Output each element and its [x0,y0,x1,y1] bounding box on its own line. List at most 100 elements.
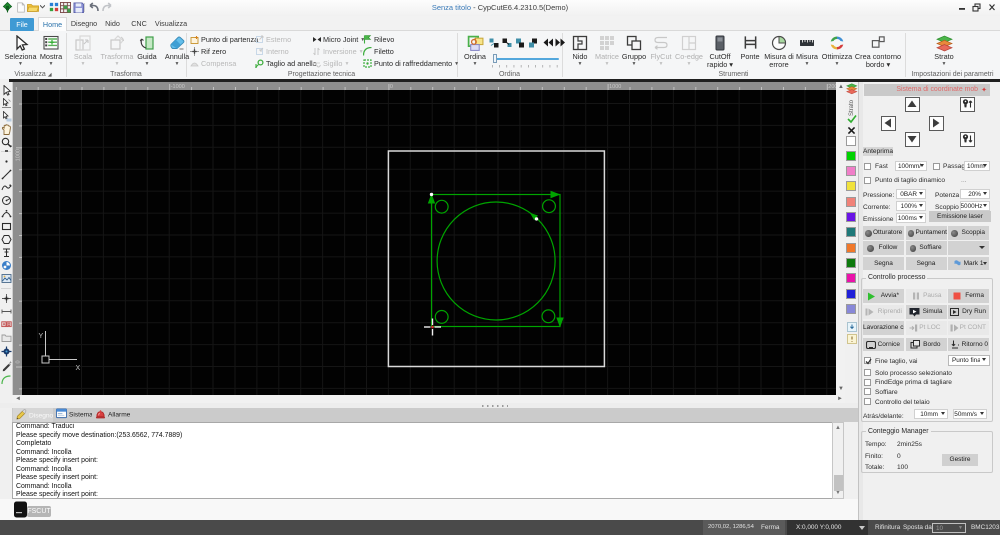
standard-part-icon[interactable] [1,260,12,271]
dynamic-cut-more[interactable]: ... [961,176,967,185]
sort-btt-icon[interactable] [528,38,539,49]
controllo-telaio-checkbox[interactable] [864,398,871,405]
follow-button[interactable]: Follow [863,241,904,255]
ferma-button[interactable]: Ferma [948,289,989,303]
log-scroll-thumb[interactable] [834,475,843,491]
ribbon-button-inversione[interactable]: Inversione ▼ [312,46,364,58]
panel-header[interactable]: Sistema di coordinate mob ✦ [864,83,990,96]
fast-speed-dropdown[interactable]: 100mm/ [895,160,927,171]
ribbon-button-ottimizza[interactable]: Ottimizza ▼ [821,32,853,78]
ribbon-button-scala[interactable]: Scala ▼ [68,32,98,78]
ribbon-button-nido[interactable]: Nido ▼ [566,32,594,78]
circle-icon[interactable] [1,195,12,206]
pan-hand-icon[interactable] [1,124,12,135]
tab-anteprima[interactable]: Anteprima [863,146,893,156]
log-scroll-up-icon[interactable]: ▲ [835,424,841,432]
potenza-dropdown[interactable]: 20% [960,188,990,199]
bottom-tab-allarme[interactable]: Allarme [92,408,130,422]
emissione-dropdown[interactable]: 100ms [896,212,926,223]
sort-ttb-icon[interactable] [515,38,526,49]
center-point-icon[interactable] [1,293,12,304]
findedge-checkbox[interactable] [864,378,871,386]
sposta-input[interactable]: 10 ▼ [932,522,966,533]
jog-up-button[interactable] [905,96,920,112]
scroll-up-icon[interactable]: ▲ [838,83,844,91]
ptloc-button[interactable]: Pt LOC [905,321,947,335]
tab-visualizza[interactable]: Visualizza [153,17,189,31]
layer-palette-icon[interactable] [846,83,858,95]
sort-rtl-icon[interactable] [502,38,513,49]
help-layer-icon[interactable] [846,334,857,344]
ribbon-button-flycut[interactable]: FlyCut ▼ [647,32,675,78]
layer-color-10[interactable] [846,273,856,284]
layer-color-11[interactable] [846,288,856,299]
tab-cnc[interactable]: CNC [127,17,151,31]
ribbon-button-strato[interactable]: Strato ▼ [925,32,963,78]
ribbon-button-misura[interactable]: Misura ▼ [794,32,820,78]
zoom-icon[interactable] [1,137,12,148]
pausa-button[interactable]: Pausa [905,289,947,303]
ribbon-button-annulla[interactable]: Annulla ▼ [161,32,193,78]
ribbon-button-seleziona[interactable]: Seleziona ▼ [4,32,37,78]
tab-file[interactable]: File [10,18,34,31]
rect-icon[interactable] [1,221,12,232]
ptcont-button[interactable]: Pt CONT [948,321,989,335]
text-icon[interactable] [1,247,12,258]
ribbon-button-coedge[interactable]: Co-edge ▼ [673,32,705,78]
jog-right-button[interactable] [929,115,944,131]
jog-down-button[interactable] [905,131,920,147]
line-icon[interactable] [1,169,12,180]
layer-color-9[interactable] [846,257,856,268]
position-dropdown-icon[interactable] [859,526,865,530]
layer-color-7[interactable] [846,227,856,238]
drawing-canvas[interactable]: YX [22,90,836,395]
scoppia-button[interactable]: Scoppia [948,226,989,240]
atras-distance-dropdown[interactable]: 10mm [914,409,948,419]
bottom-tab-disegno[interactable]: Disegno [13,408,53,422]
segna2-button[interactable]: Segna [905,256,947,270]
layer-color-6[interactable] [846,212,856,222]
ribbon-button-esterno[interactable]: Esterno [255,34,291,46]
gas-dropdown-button[interactable] [948,241,989,255]
avvia-button[interactable]: Avvia* [863,289,904,303]
passaggio-dropdown[interactable]: 10mm [964,160,990,171]
bottom-tab-sistema[interactable]: Sistema [53,408,92,422]
mark1-button[interactable]: Mark 1 [948,256,989,270]
ribbon-button-rif-zero[interactable]: Rif zero [190,46,226,58]
ribbon-button-guida[interactable]: Guida ▼ [133,32,161,78]
gestire-button[interactable]: Gestire [942,453,978,466]
bordo-button[interactable]: Bordo [905,337,947,351]
soffiare-checkbox[interactable] [864,388,871,395]
ribbon-button-sigillo[interactable]: Sigillo ▼ [312,58,349,70]
layer-delete-cross-icon[interactable] [847,126,856,135]
torch-down-button[interactable] [959,131,975,147]
jog-left-button[interactable] [880,115,896,131]
minimize-button[interactable] [955,0,969,15]
ribbon-button-crea-contorno[interactable]: Crea contorno bordo ▾ [853,32,903,78]
tab-home[interactable]: Home [38,17,67,32]
puntamento-button[interactable]: Puntamento [905,226,947,240]
ribbon-button-micro-joint[interactable]: Micro Joint ▼ [312,34,365,46]
simula-button[interactable]: Simula [905,305,947,319]
select-pick-icon[interactable] [1,110,12,122]
ribbon-button-taglio-anello[interactable]: Taglio ad anello [255,58,317,70]
atras-speed-dropdown[interactable]: 50mm/s [953,409,987,419]
array-ab-icon[interactable] [1,319,12,330]
layer-color-4[interactable] [846,181,856,192]
canvas-vertical-scrollbar[interactable]: ▲ ▼ [836,82,845,395]
canvas-horizontal-scrollbar[interactable]: ◄ ► [12,395,845,403]
ribbon-button-gruppo[interactable]: Gruppo ▼ [619,32,649,78]
image-icon[interactable] [1,273,12,284]
ribbon-button-ponte[interactable]: Ponte [736,32,764,78]
layer-visible-check-icon[interactable] [846,114,857,124]
locate-icon[interactable] [1,346,12,357]
scroll-right-icon[interactable]: ► [837,395,843,403]
layer-color-2[interactable] [846,150,856,161]
polygon-icon[interactable] [1,234,12,245]
measure-line-icon[interactable] [1,306,12,317]
arc-icon[interactable] [1,208,12,219]
trace-pen-icon[interactable] [1,360,12,372]
segna1-button[interactable]: Segna [863,256,904,270]
emissione-laser-button[interactable]: Emissione laser [929,211,991,222]
select-box-icon[interactable] [1,97,12,109]
